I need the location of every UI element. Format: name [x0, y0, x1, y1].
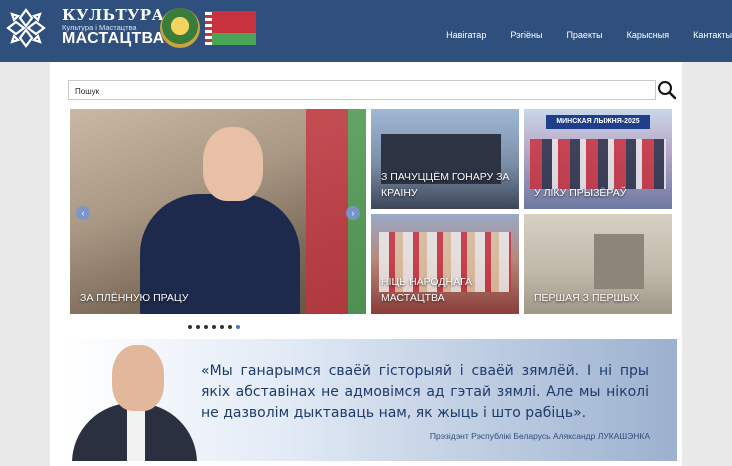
main-nav: Навігатар Рэгіёны Праекты Карысныя Канта… [446, 30, 732, 40]
tile-caption: НІЦЬ НАРОДНАГА МАСТАЦТВА [381, 276, 473, 304]
tile-caption: З ПАЧУЦЦЁМ ГОНАРУ ЗА КРАІНУ [381, 171, 510, 199]
tile-caption: ПЕРШАЯ З ПЕРШЫХ [534, 292, 640, 304]
nav-item-contacts[interactable]: Кантакты [693, 30, 732, 40]
nav-item-useful[interactable]: Карысныя [627, 30, 670, 40]
slider-main-slide[interactable]: ‹ › ЗА ПЛЁННУЮ ПРАЦУ [70, 109, 366, 314]
site-header: КУЛЬТУРА Культура і Мастацтва МАСТАЦТВА … [0, 0, 732, 62]
slider-dot[interactable] [196, 325, 200, 329]
news-tile[interactable]: З ПАЧУЦЦЁМ ГОНАРУ ЗА КРАІНУ [371, 109, 519, 209]
slider-dot-active[interactable] [236, 325, 240, 329]
slider-prev-button[interactable]: ‹ [76, 206, 90, 220]
quote-banner: «Мы ганарымся сваёй гісторыяй і сваёй зя… [65, 339, 677, 461]
quote-text: «Мы ганарымся сваёй гісторыяй і сваёй зя… [201, 363, 649, 421]
national-flag-icon [205, 11, 256, 45]
slider-next-button[interactable]: › [346, 206, 360, 220]
slider-dot[interactable] [188, 325, 192, 329]
logo-icon[interactable] [6, 8, 46, 48]
main-content: ‹ › ЗА ПЛЁННУЮ ПРАЦУ З ПАЧУЦЦЁМ ГОНАРУ З… [50, 62, 682, 466]
nav-item-navigator[interactable]: Навігатар [446, 30, 486, 40]
nav-item-projects[interactable]: Праекты [566, 30, 602, 40]
news-tile[interactable]: ПЕРШАЯ З ПЕРШЫХ [524, 214, 672, 314]
logo-title-top[interactable]: КУЛЬТУРА [62, 6, 164, 24]
news-tile[interactable]: МИНСКАЯ ЛЫЖНЯ-2025 У ЛІКУ ПРЫЗЁРАЎ [524, 109, 672, 209]
tile-caption: У ЛІКУ ПРЫЗЁРАЎ [534, 187, 627, 199]
portrait-image [67, 341, 205, 461]
news-tile[interactable]: НІЦЬ НАРОДНАГА МАСТАЦТВА [371, 214, 519, 314]
slider-pagination [188, 325, 240, 329]
slide-caption: ЗА ПЛЁННУЮ ПРАЦУ [80, 292, 189, 304]
quote-attribution: Прэзідэнт Рэспублікі Беларусь Аляксандр … [429, 431, 650, 441]
state-emblem-icon [160, 8, 200, 48]
slider-dot[interactable] [212, 325, 216, 329]
nav-item-regions[interactable]: Рэгіёны [510, 30, 542, 40]
search-icon[interactable] [657, 80, 677, 100]
slider-dot[interactable] [220, 325, 224, 329]
slider-dot[interactable] [204, 325, 208, 329]
search-input[interactable] [69, 82, 655, 101]
logo-title-bottom[interactable]: МАСТАЦТВА [62, 30, 164, 48]
tile-banner: МИНСКАЯ ЛЫЖНЯ-2025 [546, 115, 650, 129]
search-box [68, 80, 656, 101]
slider-dot[interactable] [228, 325, 232, 329]
